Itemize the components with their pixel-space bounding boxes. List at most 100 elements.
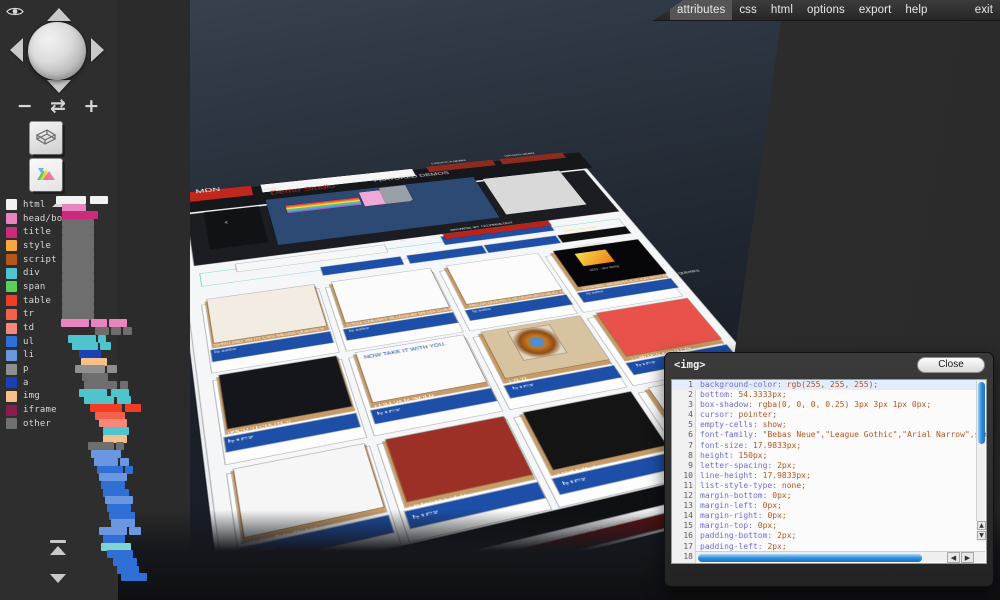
depth-bar[interactable]	[62, 303, 94, 312]
pan-right-arrow[interactable]	[91, 38, 104, 62]
horizontal-scroll-thumb[interactable]	[698, 553, 922, 562]
legend-row-li[interactable]: li	[6, 349, 62, 363]
depth-bar[interactable]	[61, 319, 89, 328]
legend-row-style[interactable]: style	[6, 239, 62, 253]
scroll-left-button[interactable]: ◀	[947, 552, 960, 563]
depth-bar[interactable]	[94, 457, 118, 466]
depth-bar[interactable]	[79, 350, 101, 358]
depth-bar[interactable]	[129, 527, 141, 536]
css-property-row[interactable]: 1 background-color: rgb(255, 255, 255);	[672, 380, 986, 391]
depth-bar[interactable]	[125, 403, 141, 412]
legend-row-table[interactable]: table	[6, 294, 62, 308]
css-properties-inspector[interactable]: <img> Close 1 background-color: rgb(255, …	[664, 352, 994, 587]
css-property-row[interactable]: 13 margin-left: 0px;	[672, 501, 986, 511]
depth-bar[interactable]	[62, 242, 94, 251]
depth-bar[interactable]	[56, 196, 86, 204]
legend-row-script[interactable]: script	[6, 253, 62, 267]
depth-bar[interactable]	[84, 396, 114, 405]
menu-item-export[interactable]: export	[852, 0, 899, 20]
legend-row-other[interactable]: other	[6, 417, 62, 431]
legend-row-div[interactable]: div	[6, 266, 62, 280]
css-property-row[interactable]: 5 empty-cells: show;	[672, 420, 986, 430]
legend-row-span[interactable]: span	[6, 280, 62, 294]
depth-bar[interactable]	[121, 573, 147, 582]
color-picker-icon[interactable]	[30, 159, 62, 191]
pan-down-arrow[interactable]	[47, 80, 71, 93]
depth-bar[interactable]	[91, 319, 107, 328]
joystick-ball[interactable]	[28, 22, 86, 80]
legend-row-img[interactable]: img	[6, 390, 62, 404]
depth-bar[interactable]	[113, 557, 137, 566]
css-property-row[interactable]: 14 margin-right: 0px;	[672, 511, 986, 521]
css-property-row[interactable]: 4 cursor: pointer;	[672, 410, 986, 420]
depth-bar[interactable]	[101, 480, 125, 489]
css-property-row[interactable]: 12 margin-bottom: 0px;	[672, 491, 986, 501]
depth-bar[interactable]	[95, 326, 109, 335]
menu-item-options[interactable]: options	[800, 0, 852, 20]
depth-bar[interactable]	[84, 380, 117, 389]
css-property-row[interactable]: 3 box-shadow: rgba(0, 0, 0, 0.25) 3px 3px…	[672, 400, 986, 410]
menu-item-help[interactable]: help	[898, 0, 934, 20]
depth-bar[interactable]	[62, 249, 94, 258]
depth-bar[interactable]	[62, 296, 94, 305]
depth-bar[interactable]	[123, 326, 132, 335]
css-property-row[interactable]: 2 bottom: 54.3333px;	[672, 390, 986, 400]
depth-bar[interactable]	[62, 219, 94, 228]
depth-bar[interactable]	[99, 527, 127, 536]
reset-view-button[interactable]: ⇄	[50, 97, 66, 116]
depth-bar[interactable]	[120, 457, 129, 466]
legend-row-title[interactable]: title	[6, 225, 62, 239]
depth-bar[interactable]	[107, 550, 133, 559]
inspector-vertical-scrollbar[interactable]	[976, 381, 985, 541]
css-property-row[interactable]: 11 list-style-type: none;	[672, 481, 986, 491]
css-property-row[interactable]: 10 line-height: 17.9833px;	[672, 471, 986, 481]
vertical-scroll-thumb[interactable]	[978, 382, 985, 444]
depth-bar[interactable]	[103, 427, 129, 435]
pan-up-arrow[interactable]	[47, 8, 71, 21]
css-property-row[interactable]: 7 font-size: 17.9833px;	[672, 441, 986, 451]
depth-bar[interactable]	[90, 403, 122, 412]
depth-bar[interactable]	[100, 342, 111, 351]
inspector-horizontal-scrollbar[interactable]: ◀ ▶	[696, 551, 985, 563]
css-property-row[interactable]: 16 padding-bottom: 2px;	[672, 531, 986, 541]
depth-bar[interactable]	[62, 226, 94, 235]
pan-left-arrow[interactable]	[10, 38, 23, 62]
depth-bar[interactable]	[107, 504, 131, 512]
depth-bar[interactable]	[91, 450, 121, 459]
depth-bar[interactable]	[111, 326, 121, 335]
legend-row-a[interactable]: a	[6, 376, 62, 390]
css-property-row[interactable]: 8 height: 150px;	[672, 451, 986, 461]
inspector-code-area[interactable]: 1 background-color: rgb(255, 255, 255); 2 b…	[671, 379, 987, 564]
css-property-row[interactable]: 6 font-family: "Bebas Neue","League Gothi…	[672, 430, 986, 440]
vertical-scroll-buttons[interactable]: ▲ ▼	[976, 521, 986, 541]
depth-bar[interactable]	[120, 380, 128, 389]
scroll-up-button[interactable]: ▲	[977, 521, 986, 530]
depth-bar[interactable]	[82, 373, 108, 382]
scroll-right-button[interactable]: ▶	[961, 552, 974, 563]
camera-joystick[interactable]	[8, 6, 108, 96]
depth-bar[interactable]	[117, 396, 131, 405]
menu-item-html[interactable]: html	[764, 0, 800, 20]
legend-row-iframe[interactable]: iframe	[6, 403, 62, 417]
depth-bar[interactable]	[62, 273, 94, 281]
depth-bar[interactable]	[109, 319, 127, 328]
zoom-in-button[interactable]: +	[83, 97, 99, 116]
legend-row-head-body[interactable]: head/body	[6, 212, 73, 226]
dom-depth-bar-chart[interactable]	[55, 196, 205, 586]
css-property-row[interactable]: 15 margin-top: 0px;	[672, 521, 986, 531]
depth-bar[interactable]	[107, 365, 117, 374]
legend-row-ul[interactable]: ul	[6, 335, 62, 349]
menu-item-css[interactable]: css	[732, 0, 764, 20]
menu-item-attributes[interactable]: attributes	[670, 0, 733, 20]
legend-row-td[interactable]: td	[6, 321, 62, 335]
depth-bar[interactable]	[99, 473, 127, 482]
scroll-down-button[interactable]: ▼	[977, 531, 986, 540]
legend-row-p[interactable]: p	[6, 362, 62, 376]
wireframe-mesh-icon[interactable]	[30, 122, 62, 154]
menu-item-exit[interactable]: exit	[968, 0, 1000, 20]
depth-bar[interactable]	[103, 534, 125, 543]
legend-row-tr[interactable]: tr	[6, 308, 62, 322]
hero-prev-slide[interactable]	[204, 206, 268, 250]
css-property-row[interactable]: 19 padding-top: 2px;	[672, 562, 986, 563]
zoom-out-button[interactable]: −	[17, 97, 33, 116]
